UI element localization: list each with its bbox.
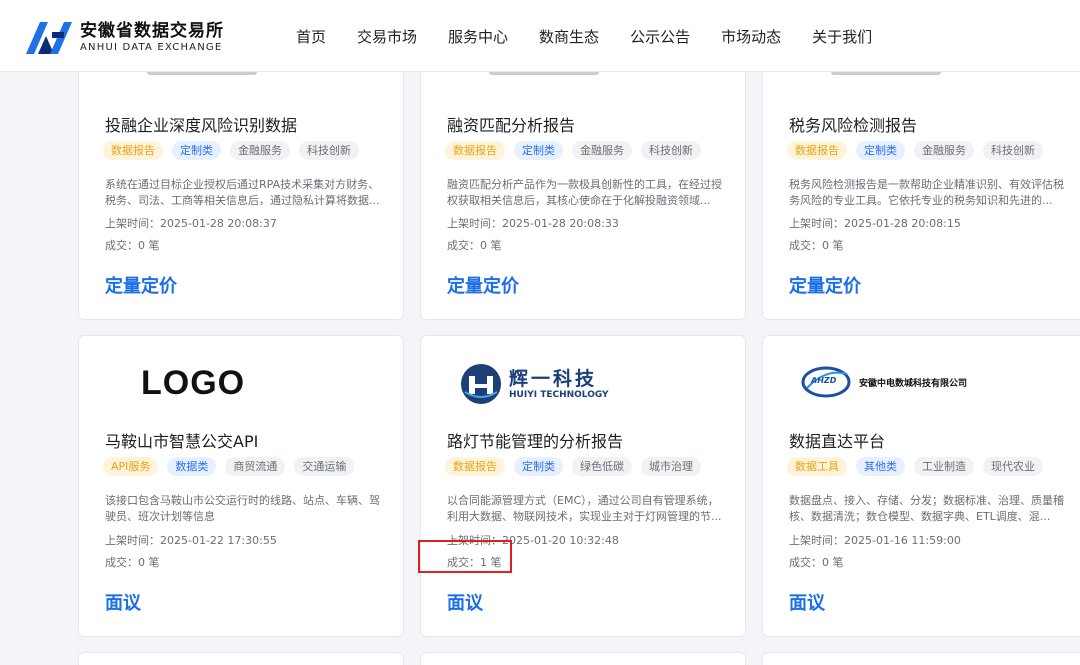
deal-count: 成交：0 笔 (789, 237, 844, 253)
product-description: 该接口包含马鞍山市公交运行时的线路、站点、车辆、驾驶员、班次计划等信息 (105, 493, 385, 525)
logo-title-cn: 安徽省数据交易所 (80, 21, 224, 41)
pricing-mode: 面议 (105, 589, 141, 615)
nav-home[interactable]: 首页 (296, 26, 326, 48)
product-description: 系统在通过目标企业授权后通过RPA技术采集对方财务、税务、司法、工商等相关信息后… (105, 177, 385, 209)
product-card[interactable] (78, 652, 404, 665)
product-logo: LOGO (103, 356, 383, 416)
listed-time: 上架时间：2025-01-28 20:08:37 (105, 215, 277, 231)
tag-list: 数据报告 定制类 金融服务 科技创新 (445, 141, 710, 160)
product-title[interactable]: 马鞍山市智慧公交API (105, 428, 258, 452)
tag-type: 定制类 (514, 457, 563, 476)
product-logo: AHZD 安徽中电数城科技有限公司 (787, 362, 1067, 422)
nav-announcements[interactable]: 公示公告 (630, 26, 690, 48)
tag-list: API服务 数据类 商贸流通 交通运输 (103, 457, 363, 476)
huiyi-logo-en: HUIYI TECHNOLOGY (509, 390, 609, 400)
tag-type: 定制类 (514, 141, 563, 160)
product-card[interactable] (420, 652, 746, 665)
tag-industry: 交通运输 (294, 457, 354, 476)
nav-market-news[interactable]: 市场动态 (721, 26, 781, 48)
product-card[interactable]: LOGO 马鞍山市智慧公交API API服务 数据类 商贸流通 交通运输 该接口… (78, 335, 404, 637)
annotation-highlight-box (418, 540, 512, 573)
nav-ecosystem[interactable]: 数商生态 (539, 26, 599, 48)
main-nav: 首页 交易市场 服务中心 数商生态 公示公告 市场动态 关于我们 (296, 26, 903, 48)
deal-count: 成交：0 笔 (105, 237, 160, 253)
tag-category: 数据报告 (787, 141, 847, 160)
tag-category: 数据报告 (103, 141, 163, 160)
tag-category: 数据报告 (445, 141, 505, 160)
tag-type: 数据类 (167, 457, 216, 476)
deal-count: 成交：0 笔 (447, 237, 502, 253)
tag-industry: 金融服务 (230, 141, 290, 160)
huiyi-logo-icon (459, 362, 503, 406)
product-description: 以合同能源管理方式（EMC），通过公司自有管理系统，利用大数据、物联网技术，实现… (447, 493, 727, 525)
listed-time: 上架时间：2025-01-28 20:08:33 (447, 215, 619, 231)
ahzd-logo-cn: 安徽中电数城科技有限公司 (859, 376, 967, 389)
logo-title-en: ANHUI DATA EXCHANGE (80, 41, 224, 54)
tag-list: 数据报告 定制类 金融服务 科技创新 (787, 141, 1052, 160)
tag-list: 数据工具 其他类 工业制造 现代农业 (787, 457, 1052, 476)
tag-category: 数据工具 (787, 457, 847, 476)
nav-service-center[interactable]: 服务中心 (448, 26, 508, 48)
deal-count: 成交：0 笔 (789, 554, 844, 570)
ahzd-logo-mark: AHZD (811, 376, 836, 385)
product-card[interactable]: 辉一科技 HUIYI TECHNOLOGY 路灯节能管理的分析报告 数据报告 定… (420, 335, 746, 637)
product-description: 数据盘点、接入、存储、分发；数据标准、治理、质量稽核、数据清洗；数仓模型、数据字… (789, 493, 1069, 525)
tag-industry: 商贸流通 (225, 457, 285, 476)
pricing-mode: 定量定价 (105, 272, 177, 298)
listed-time: 上架时间：2025-01-28 20:08:15 (789, 215, 961, 231)
listed-time: 上架时间：2025-01-16 11:59:00 (789, 532, 961, 548)
product-logo: 辉一科技 HUIYI TECHNOLOGY (445, 358, 725, 418)
product-title[interactable]: 税务风险检测报告 (789, 112, 917, 136)
huiyi-logo-cn: 辉一科技 (509, 364, 597, 391)
tag-industry: 科技创新 (299, 141, 359, 160)
tag-type: 其他类 (856, 457, 905, 476)
tag-list: 数据报告 定制类 金融服务 科技创新 (103, 141, 368, 160)
tag-category: 数据报告 (445, 457, 505, 476)
tag-industry: 现代农业 (983, 457, 1043, 476)
pricing-mode: 定量定价 (447, 272, 519, 298)
product-title[interactable]: 投融企业深度风险识别数据 (105, 112, 297, 136)
tag-industry: 金融服务 (914, 141, 974, 160)
nav-market[interactable]: 交易市场 (357, 26, 417, 48)
nav-about[interactable]: 关于我们 (812, 26, 872, 48)
tag-type: 定制类 (172, 141, 221, 160)
tag-industry: 科技创新 (641, 141, 701, 160)
pricing-mode: 定量定价 (789, 272, 861, 298)
pricing-mode: 面议 (789, 589, 825, 615)
logo-placeholder-text: LOGO (141, 364, 245, 403)
tag-industry: 金融服务 (572, 141, 632, 160)
tag-type: 定制类 (856, 141, 905, 160)
tag-industry: 绿色低碳 (572, 457, 632, 476)
product-title[interactable]: 融资匹配分析报告 (447, 112, 575, 136)
site-logo[interactable]: 安徽省数据交易所 ANHUI DATA EXCHANGE (24, 18, 224, 56)
deal-count: 成交：0 笔 (105, 554, 160, 570)
listed-time: 上架时间：2025-01-22 17:30:55 (105, 532, 277, 548)
tag-category: API服务 (103, 457, 158, 476)
product-description: 税务风险检测报告是一款帮助企业精准识别、有效评估税务风险的专业工具。它依托专业的… (789, 177, 1069, 209)
tag-industry: 城市治理 (641, 457, 701, 476)
product-description: 融资匹配分析产品作为一款极具创新性的工具，在经过授权获取相关信息后，其核心使命在… (447, 177, 727, 209)
top-header: 安徽省数据交易所 ANHUI DATA EXCHANGE 首页 交易市场 服务中… (0, 0, 1080, 72)
tag-industry: 科技创新 (983, 141, 1043, 160)
pricing-mode: 面议 (447, 589, 483, 615)
tag-industry: 工业制造 (914, 457, 974, 476)
product-card[interactable] (762, 652, 1080, 665)
anhui-logo-icon (24, 18, 74, 56)
product-title[interactable]: 数据直达平台 (789, 428, 885, 452)
product-title[interactable]: 路灯节能管理的分析报告 (447, 428, 623, 452)
tag-list: 数据报告 定制类 绿色低碳 城市治理 (445, 457, 710, 476)
product-card[interactable]: AHZD 安徽中电数城科技有限公司 数据直达平台 数据工具 其他类 工业制造 现… (762, 335, 1080, 637)
